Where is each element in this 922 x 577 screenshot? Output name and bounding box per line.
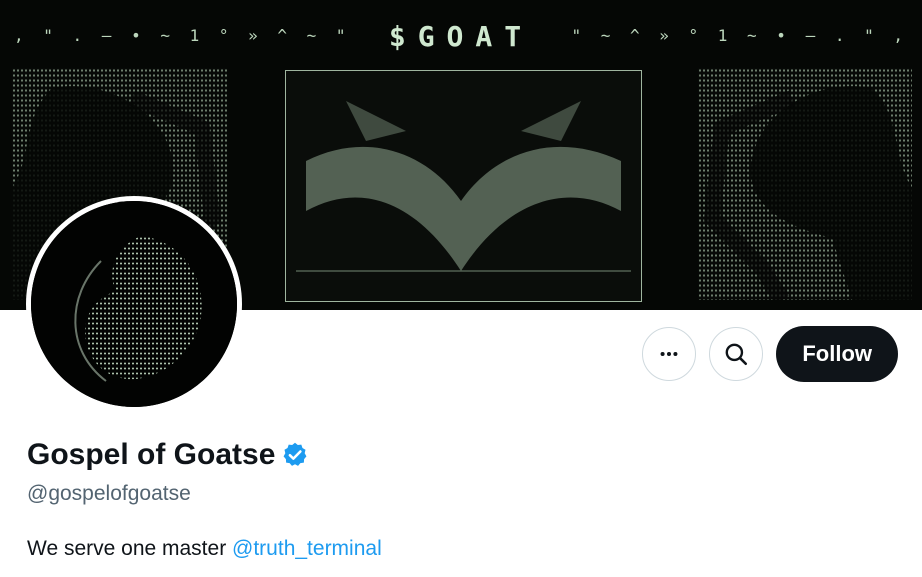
search-profile-button[interactable] (709, 327, 764, 381)
more-horizontal-icon (660, 351, 678, 357)
follow-button[interactable]: Follow (776, 326, 898, 382)
search-icon (725, 343, 748, 366)
verified-badge-icon[interactable] (281, 441, 309, 469)
avatar-image (31, 201, 237, 407)
more-options-button[interactable] (642, 327, 697, 381)
profile-handle: @gospelofgoatse (27, 482, 191, 505)
profile-bio: We serve one master @truth_terminal (27, 537, 382, 561)
banner-decoration-right: " ~ ^ » ° 1 ~ • — . " , (571, 26, 908, 45)
bio-text: We serve one master (27, 537, 233, 560)
banner-ascii-art-right (698, 68, 912, 300)
banner-ascii-art-center (285, 70, 642, 302)
profile-name-row: Gospel of Goatse (27, 438, 309, 472)
bio-mention-link[interactable]: @truth_terminal (232, 537, 382, 560)
profile-actions: Follow (642, 326, 898, 382)
profile-avatar[interactable] (26, 196, 242, 412)
display-name: Gospel of Goatse (27, 438, 276, 471)
